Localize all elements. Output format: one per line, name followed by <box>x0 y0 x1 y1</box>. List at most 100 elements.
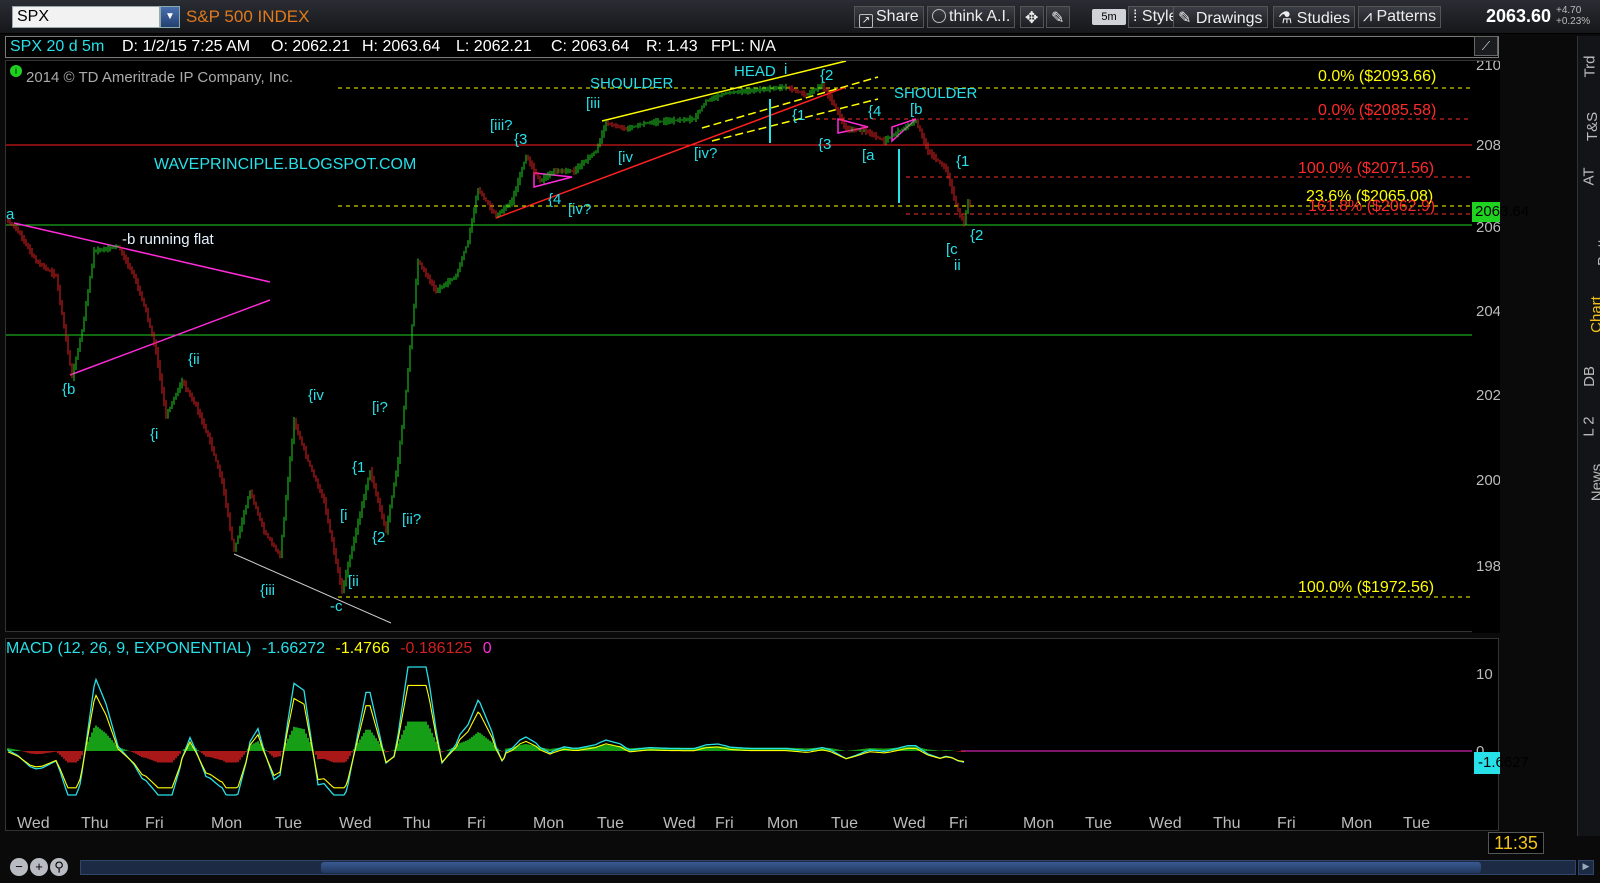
time-axis-label: Fri <box>145 815 164 832</box>
chart-expand-button[interactable]: ⟋ <box>1474 36 1498 56</box>
macd-avg: -1.4766 <box>335 640 390 657</box>
wave-label-running-flat: -b running flat <box>122 231 214 248</box>
zoom-in-icon: + <box>35 859 43 874</box>
drawings-button[interactable]: ✎ Drawings <box>1173 6 1268 28</box>
side-tab-buttons[interactable]: Buttons <box>1578 215 1600 266</box>
time-axis-label: Tue <box>275 815 302 832</box>
side-tab-news[interactable]: News <box>1578 464 1600 502</box>
fpl-value: FPL: N/A <box>711 38 776 55</box>
wave-label-i-roman: i <box>784 61 788 78</box>
macd-axis-tick: 10 <box>1476 666 1493 683</box>
symbol-input[interactable]: SPX <box>12 6 160 28</box>
fib-level-label: 100.0% ($2071.56) <box>1298 160 1434 177</box>
price-axis-tick: 2020 <box>1476 387 1500 404</box>
scroll-right-button[interactable]: ▶ <box>1578 860 1594 875</box>
time-axis-label: Thu <box>1213 815 1241 832</box>
wave-label-head: HEAD <box>734 63 776 80</box>
macd-histogram <box>7 721 965 763</box>
copyright-text: 2014 © TD Ameritrade IP Company, Inc. <box>26 69 294 86</box>
side-tab-at[interactable]: AT <box>1578 167 1600 185</box>
net-change-value: +4.70 <box>1556 5 1582 16</box>
wave-label-a: a <box>6 206 15 223</box>
wrench-icon: ✎ <box>1051 10 1065 27</box>
bar-close: C: 2063.64 <box>551 38 630 55</box>
interval-selector[interactable]: 5m <box>1092 9 1126 25</box>
fib-level-label: 100.0% ($1972.56) <box>1298 579 1434 596</box>
bar-date: D: 1/2/15 7:25 AM <box>122 38 251 55</box>
zoom-in-button[interactable]: + <box>30 858 48 876</box>
wave-label-three-brace: {3 <box>514 131 528 148</box>
instrument-name: S&P 500 INDEX <box>186 7 310 26</box>
fib-level-label: 0.0% ($2085.58) <box>1318 102 1436 119</box>
wave-label-shoulder-right: SHOULDER <box>894 85 978 102</box>
wave-label-iv-q: [iv? <box>568 201 592 218</box>
side-tab-db[interactable]: DB <box>1578 366 1600 387</box>
time-axis-label: Fri <box>467 815 486 832</box>
info-icon[interactable]: i <box>10 65 22 77</box>
wave-label-two-brace2: {2 <box>820 67 834 84</box>
share-button[interactable]: ↗ Share <box>854 6 924 28</box>
wave-label-ii-brace: {ii <box>188 351 200 368</box>
crosshair-tool-button[interactable]: ✥ <box>1020 6 1044 28</box>
wave-label-ii-bracket: [ii <box>348 573 359 590</box>
macd-value-tag: -1.6627 <box>1478 754 1529 771</box>
yellow-dashed-line-1 <box>701 76 879 129</box>
wave-label-a-bracket: [a <box>862 147 875 164</box>
symbol-dropdown-button[interactable]: ▼ <box>160 6 180 28</box>
patterns-label: Patterns <box>1376 8 1437 25</box>
blog-watermark: WAVEPRINCIPLE.BLOGSPOT.COM <box>154 156 417 173</box>
time-axis-label: Mon <box>211 815 243 832</box>
studies-button[interactable]: ⚗ Studies <box>1273 6 1356 28</box>
chevron-down-icon: ▼ <box>165 11 175 22</box>
price-candles <box>7 81 971 595</box>
time-axis-label: Tue <box>831 815 858 832</box>
macd-header: MACD (12, 26, 9, EXPONENTIAL) -1.66272 -… <box>6 640 498 662</box>
wave-label-iii-bracket2: [iii <box>586 95 601 112</box>
wave-label-ii-roman: ii <box>954 257 961 274</box>
patterns-icon: ⩘ <box>1363 8 1377 25</box>
macd-zero: 0 <box>482 640 492 657</box>
macd-title: MACD (12, 26, 9, EXPONENTIAL) <box>6 640 252 657</box>
macd-avg-line <box>7 684 965 789</box>
macd-line <box>7 666 965 796</box>
wave-label-b-bracket: [b <box>910 101 923 118</box>
wave-label-four-brace: {4 <box>548 191 562 208</box>
think-ai-button[interactable]: think A.I. <box>927 6 1016 28</box>
scrollbar-thumb[interactable] <box>321 862 1481 873</box>
studies-label: Studies <box>1296 10 1351 27</box>
time-axis-label: Mon <box>1341 815 1373 832</box>
macd-value: -1.66272 <box>261 640 326 657</box>
fib-level-label: 0.0% ($2093.66) <box>1318 68 1436 85</box>
price-axis-tick: 2000 <box>1476 472 1500 489</box>
patterns-button[interactable]: ⩘ Patterns <box>1358 6 1442 28</box>
time-axis-label: Mon <box>767 815 799 832</box>
time-axis-label: Thu <box>403 815 431 832</box>
time-axis-label: Tue <box>1085 815 1112 832</box>
time-scrollbar[interactable] <box>80 860 1576 875</box>
side-tab-l2[interactable]: L 2 <box>1578 416 1600 436</box>
price-chart-svg: 0.0% ($2093.66) 0.0% ($2085.58) 100.0% ($2… <box>6 57 1544 633</box>
side-tab-trd[interactable]: Trd <box>1578 56 1600 78</box>
wave-label-iv-bracket: [iv <box>618 149 633 166</box>
chart-status-bar: SPX 20 d 5m D: 1/2/15 7:25 AM O: 2062.21… <box>5 36 1499 58</box>
macd-panel[interactable]: 10 0 -1.6627 <box>5 638 1540 831</box>
time-axis-label: Wed <box>893 815 926 832</box>
side-tab-chart[interactable]: Chart <box>1578 296 1600 333</box>
zoom-out-icon: − <box>15 859 23 874</box>
zoom-search-button[interactable]: ⚲ <box>50 858 68 876</box>
wave-label-three-brace2: {3 <box>818 136 832 153</box>
net-change: +4.70 +0.23% <box>1556 5 1590 27</box>
price-chart-panel[interactable]: 0.0% ($2093.66) 0.0% ($2085.58) 100.0% ($2… <box>5 57 1544 633</box>
zoom-out-button[interactable]: − <box>10 858 28 876</box>
current-price-tag: 2063.64 <box>1475 203 1530 220</box>
bar-high: H: 2063.64 <box>362 38 441 55</box>
wave-label-ii-q: [ii? <box>402 511 422 528</box>
side-tab-ts[interactable]: T&S <box>1578 112 1600 141</box>
settings-tool-button[interactable]: ✎ <box>1046 6 1070 28</box>
time-axis-label: Mon <box>1023 815 1055 832</box>
macd-chart-svg: 10 0 <box>6 639 1540 796</box>
time-axis-label: Tue <box>597 815 624 832</box>
wave-label-iv-q2: [iv? <box>694 145 718 162</box>
drawings-label: Drawings <box>1195 10 1263 27</box>
trend-icon: ⟋ <box>1481 39 1491 53</box>
